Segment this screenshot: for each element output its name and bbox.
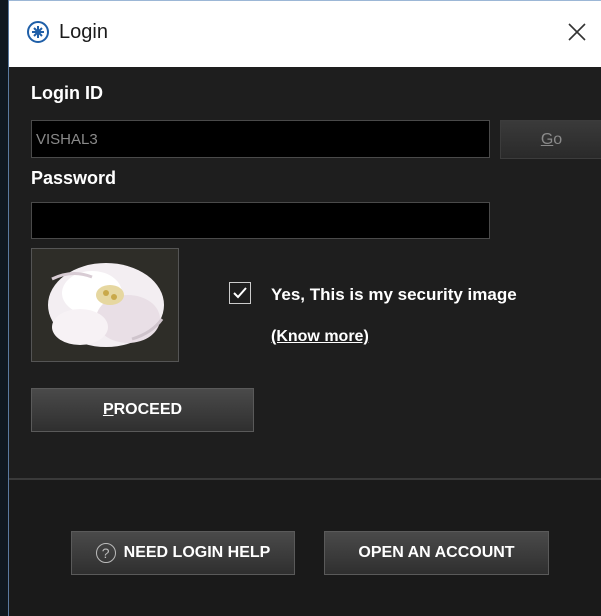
password-label: Password xyxy=(31,168,117,188)
open-account-button[interactable]: OPEN AN ACCOUNT xyxy=(324,531,549,575)
footer-panel: ? NEED LOGIN HELP OPEN AN ACCOUNT xyxy=(9,480,601,616)
security-rose-image xyxy=(31,248,179,362)
proceed-button[interactable]: P ROCEED xyxy=(31,388,254,432)
desktop-edge xyxy=(0,0,8,616)
go-accesskey: G xyxy=(540,130,554,148)
app-logo-icon xyxy=(27,21,49,43)
help-label: NEED LOGIN HELP xyxy=(123,544,271,561)
proceed-label: ROCEED xyxy=(113,401,183,418)
close-icon xyxy=(568,23,586,41)
go-button[interactable]: Go xyxy=(500,120,601,159)
security-image-checkbox[interactable] xyxy=(229,282,251,304)
checkmark-icon xyxy=(233,287,247,299)
security-confirm-label[interactable]: Yes, This is my security image xyxy=(271,285,517,305)
need-login-help-button[interactable]: ? NEED LOGIN HELP xyxy=(71,531,295,575)
login-dialog: Login Login ID Go Password Ye xyxy=(8,0,601,616)
window-title: Login xyxy=(59,21,108,43)
proceed-accesskey: P xyxy=(102,401,114,418)
login-id-input[interactable] xyxy=(31,120,490,158)
password-input[interactable] xyxy=(31,202,490,239)
close-button[interactable] xyxy=(560,15,594,49)
help-icon: ? xyxy=(95,543,116,563)
open-account-label: OPEN AN ACCOUNT xyxy=(358,544,515,561)
login-id-label: Login ID xyxy=(31,83,103,103)
go-label-rest: o xyxy=(553,130,563,148)
know-more-link[interactable]: (Know more) xyxy=(271,328,369,346)
title-bar: Login xyxy=(9,0,601,67)
